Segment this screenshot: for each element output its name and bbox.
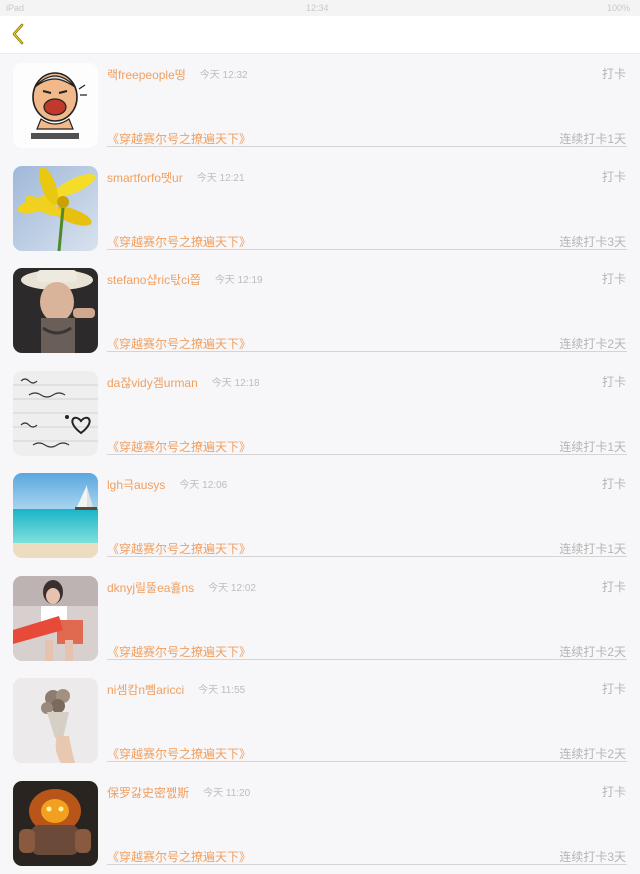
checkin-time: 今天 12:21 xyxy=(197,173,245,184)
book-title[interactable]: 《穿越赛尔号之撩遍天下》 xyxy=(107,643,251,660)
checkin-list: 랙freepeople떵 今天 12:32 打卡 《穿越赛尔号之撩遍天下》 连续打… xyxy=(0,54,640,874)
checkin-streak: 连续打卡2天 xyxy=(559,335,626,352)
user-avatar[interactable] xyxy=(13,166,98,251)
user-name-text[interactable]: 保罗갏史密쩴斯 xyxy=(107,786,189,800)
nav-bar xyxy=(0,16,640,54)
checkin-streak: 连续打卡3天 xyxy=(559,848,626,865)
clock-label: 12:34 xyxy=(306,3,329,13)
checkin-row[interactable]: stefano샵ric탃ci쯥今天 12:19 打卡 《穿越赛尔号之撩遍天下》 … xyxy=(0,259,640,362)
status-bar: iPad 12:34 100% xyxy=(0,0,640,16)
user-name[interactable]: lgh극ausys 今天 12:06 xyxy=(107,476,227,493)
book-title[interactable]: 《穿越赛尔号之撩遍天下》 xyxy=(107,540,251,557)
checkin-streak: 连续打卡2天 xyxy=(559,643,626,660)
hand-bouquet-avatar xyxy=(13,678,98,763)
book-title[interactable]: 《穿越赛尔号之撩遍天下》 xyxy=(107,233,251,250)
book-title[interactable]: 《穿越赛尔号之撩遍天下》 xyxy=(107,745,251,762)
checkin-row[interactable]: 保罗갏史密쩴斯 今天 11:20 打卡 《穿越赛尔号之撩遍天下》 连续打卡3天 xyxy=(0,772,640,874)
checkin-streak: 连续打卡1天 xyxy=(559,540,626,557)
row-divider xyxy=(107,761,627,762)
checkin-action-label: 打卡 xyxy=(602,270,626,287)
beach-sailboat-avatar xyxy=(13,473,98,558)
user-avatar[interactable] xyxy=(13,473,98,558)
checkin-time: 今天 12:18 xyxy=(212,378,260,389)
checkin-action-label: 打卡 xyxy=(602,578,626,595)
checkin-time: 今天 12:06 xyxy=(179,480,227,491)
book-title[interactable]: 《穿越赛尔号之撩遍天下》 xyxy=(107,335,251,352)
girl-photo-avatar xyxy=(13,576,98,661)
row-divider xyxy=(107,454,627,455)
checkin-action-label: 打卡 xyxy=(602,65,626,82)
user-name-text[interactable]: dknyj릴뚤ea흃ns xyxy=(107,581,194,595)
checkin-action-label: 打卡 xyxy=(602,475,626,492)
checkin-time: 今天 12:32 xyxy=(200,70,248,81)
row-divider xyxy=(107,659,627,660)
user-name-text[interactable]: da잖vidy겜urman xyxy=(107,376,198,390)
checkin-action-label: 打卡 xyxy=(602,373,626,390)
back-button[interactable] xyxy=(4,20,32,48)
user-name[interactable]: da잖vidy겜urman 今天 12:18 xyxy=(107,374,260,391)
row-divider xyxy=(107,351,627,352)
checkin-row[interactable]: da잖vidy겜urman 今天 12:18 打卡 《穿越赛尔号之撩遍天下》 连续… xyxy=(0,362,640,465)
checkin-action-label: 打卡 xyxy=(602,783,626,800)
user-name-text[interactable]: ni셈캄n뻼aricci xyxy=(107,683,184,697)
yellow-flower-avatar xyxy=(13,166,98,251)
checkin-action-label: 打卡 xyxy=(602,168,626,185)
checkin-row[interactable]: 랙freepeople떵 今天 12:32 打卡 《穿越赛尔号之撩遍天下》 连续打… xyxy=(0,54,640,157)
checkin-time: 今天 11:55 xyxy=(198,685,245,696)
checkin-row[interactable]: lgh극ausys 今天 12:06 打卡 《穿越赛尔号之撩遍天下》 连续打卡1天 xyxy=(0,464,640,567)
user-avatar[interactable] xyxy=(13,268,98,353)
battery-label: 100% xyxy=(607,3,630,13)
user-name-text[interactable]: lgh극ausys xyxy=(107,478,165,492)
chevron-left-icon xyxy=(10,22,26,46)
user-name[interactable]: ni셈캄n뻼aricci 今天 11:55 xyxy=(107,681,245,698)
row-divider xyxy=(107,864,627,865)
book-title[interactable]: 《穿越赛尔号之撩遍天下》 xyxy=(107,848,251,865)
user-name[interactable]: 保罗갏史密쩴斯 今天 11:20 xyxy=(107,784,250,801)
user-name[interactable]: 랙freepeople떵 今天 12:32 xyxy=(107,66,248,83)
user-name[interactable]: stefano샵ric탃ci쯥 今天 12:19 xyxy=(107,271,263,288)
handwritten-note-avatar xyxy=(13,371,98,456)
user-name[interactable]: dknyj릴뚤ea흃ns 今天 12:02 xyxy=(107,579,256,596)
row-divider xyxy=(107,556,627,557)
checkin-action-label: 打卡 xyxy=(602,680,626,697)
checkin-streak: 连续打卡3天 xyxy=(559,233,626,250)
book-title[interactable]: 《穿越赛尔号之撩遍天下》 xyxy=(107,130,251,147)
checkin-time: 今天 12:19 xyxy=(215,275,263,286)
row-divider xyxy=(107,146,627,147)
checkin-time: 今天 11:20 xyxy=(203,788,250,799)
man-in-hat-avatar xyxy=(13,268,98,353)
user-name-text[interactable]: 랙freepeople떵 xyxy=(107,68,186,82)
user-avatar[interactable] xyxy=(13,678,98,763)
user-avatar[interactable] xyxy=(13,63,98,148)
book-title[interactable]: 《穿越赛尔号之撩遍天下》 xyxy=(107,438,251,455)
user-avatar[interactable] xyxy=(13,576,98,661)
row-divider xyxy=(107,249,627,250)
checkin-streak: 连续打卡1天 xyxy=(559,438,626,455)
checkin-row[interactable]: dknyj릴뚤ea흃ns 今天 12:02 打卡 《穿越赛尔号之撩遍天下》 连续打… xyxy=(0,567,640,670)
checkin-streak: 连续打卡1天 xyxy=(559,130,626,147)
checkin-time: 今天 12:02 xyxy=(208,583,256,594)
checkin-row[interactable]: smartforfo뗏ur 今天 12:21 打卡 《穿越赛尔号之撩遍天下》 连续… xyxy=(0,157,640,260)
user-name-text[interactable]: smartforfo뗏ur xyxy=(107,171,183,185)
user-avatar[interactable] xyxy=(13,371,98,456)
checkin-streak: 连续打卡2天 xyxy=(559,745,626,762)
user-name-text[interactable]: stefano샵ric탃ci쯥 xyxy=(107,273,201,287)
checkin-row[interactable]: ni셈캄n뻼aricci 今天 11:55 打卡 《穿越赛尔号之撩遍天下》 连续打… xyxy=(0,669,640,772)
cartoon-face-avatar xyxy=(13,63,98,148)
user-name[interactable]: smartforfo뗏ur 今天 12:21 xyxy=(107,169,245,186)
carrier-label: iPad xyxy=(6,3,24,13)
